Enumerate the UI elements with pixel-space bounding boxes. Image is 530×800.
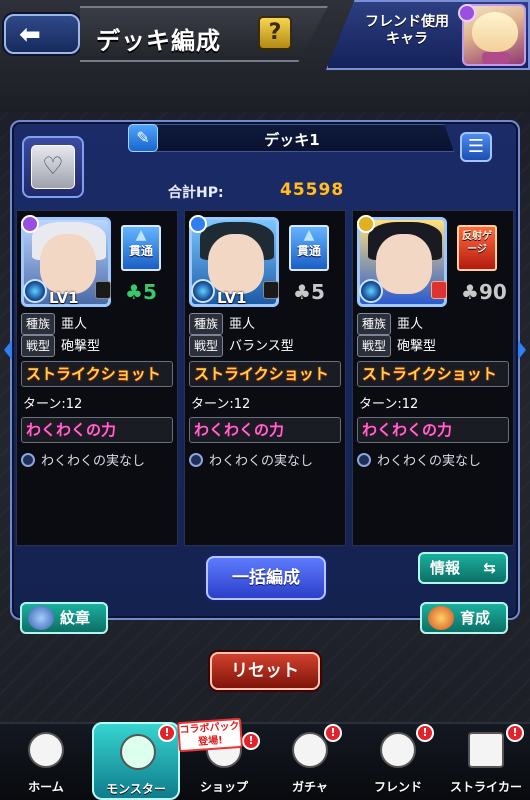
nav-gacha[interactable]: ガチャ!	[266, 722, 354, 800]
ability-badge: 反射ゲージ	[457, 225, 497, 271]
growth-character-icon	[428, 606, 454, 630]
notification-badge: !	[242, 732, 260, 750]
water-element-icon	[189, 215, 207, 233]
right-arrow-icon[interactable]	[518, 340, 526, 360]
deck-name-bar: デッキ1	[130, 124, 454, 152]
collab-pack-badge: コラボパック 登場!	[177, 717, 243, 753]
total-hp-label: 合計HP:	[168, 185, 224, 201]
friend-character-label: フレンド使用 キャラ	[365, 14, 449, 47]
ability-badge: ▲ 貫通	[289, 225, 329, 271]
monster-card-2[interactable]: LV1 ▲ 貫通 ♣5 種族 亜人 戦型 バランス型 ストライクショット ターン:12…	[184, 210, 346, 546]
orb-icon	[359, 279, 383, 303]
skill-label: わくわくの力	[189, 417, 341, 443]
level-label: LV1	[217, 289, 247, 307]
fruit-label: わくわくの実なし	[357, 453, 481, 471]
skill-label: わくわくの力	[357, 417, 509, 443]
turn-label: ターン:12	[23, 397, 83, 412]
monster-card-3[interactable]: 反射ゲージ ♣90 種族 亜人 戦型 砲撃型 ストライクショット ターン:12 わく…	[352, 210, 514, 546]
edit-deck-name-button[interactable]: ✎	[128, 124, 158, 152]
notification-badge: !	[324, 724, 342, 742]
pencil-icon: ✎	[136, 128, 150, 147]
back-arrow-icon: ⬅	[19, 20, 41, 50]
helper-slot-button[interactable]: ♡	[22, 136, 84, 198]
type-row: 戦型 砲撃型	[357, 335, 436, 357]
luck-value: ♣5	[125, 280, 157, 304]
fruit-label: わくわくの実なし	[189, 453, 313, 471]
orb-icon	[23, 279, 47, 303]
fruit-icon	[357, 453, 371, 467]
deck-name: デッキ1	[264, 131, 320, 149]
nav-monster[interactable]: モンスター!	[92, 722, 180, 800]
clover-icon: ♣	[125, 280, 143, 304]
level-label: LV1	[49, 289, 79, 307]
luck-value: ♣5	[293, 280, 325, 304]
bulk-edit-button[interactable]: 一括編成	[206, 556, 326, 600]
type-row: 戦型 砲撃型	[21, 335, 100, 357]
skill-label: わくわくの力	[21, 417, 173, 443]
info-button[interactable]: 情報 ⇆	[418, 552, 508, 584]
light-element-icon	[357, 215, 375, 233]
notification-badge: !	[416, 724, 434, 742]
notification-badge: !	[506, 724, 524, 742]
reset-button[interactable]: リセット	[210, 652, 320, 690]
dark-element-icon	[21, 215, 39, 233]
striker-card-icon	[468, 732, 504, 768]
nav-home[interactable]: ホーム	[2, 722, 90, 800]
nav-friend[interactable]: フレンド!	[354, 722, 442, 800]
friend-character-button[interactable]: フレンド使用 キャラ	[326, 0, 530, 70]
home-icon	[28, 732, 64, 768]
clover-icon: ♣	[293, 280, 311, 304]
lock-icon	[95, 281, 111, 299]
fruit-icon	[189, 453, 203, 467]
monster-card-1[interactable]: LV1 ▲ 貫通 ♣5 種族 亜人 戦型 砲撃型 ストライクショット ターン:12 わ…	[16, 210, 178, 546]
turn-label: ターン:12	[359, 397, 419, 412]
race-row: 種族 亜人	[189, 313, 255, 335]
fruit-label: わくわくの実なし	[21, 453, 145, 471]
emblem-button[interactable]: 紋章	[20, 602, 108, 634]
strike-shot-label: ストライクショット	[189, 361, 341, 387]
left-arrow-icon[interactable]	[4, 340, 12, 360]
back-button[interactable]: ⬅	[4, 14, 80, 54]
nav-striker[interactable]: ストライカー!	[442, 722, 530, 800]
gacha-heart-icon	[292, 732, 328, 768]
type-row: 戦型 バランス型	[189, 335, 294, 357]
strike-shot-label: ストライクショット	[357, 361, 509, 387]
help-button[interactable]: ?	[258, 16, 292, 50]
swap-arrows-icon: ⇆	[483, 559, 496, 577]
goku-badge-icon	[431, 281, 447, 299]
total-hp-value: 45598	[280, 180, 345, 200]
emblem-icon	[28, 606, 54, 630]
clover-icon: ♣	[461, 280, 479, 304]
ability-badge: ▲ 貫通	[121, 225, 161, 271]
strike-shot-label: ストライクショット	[21, 361, 173, 387]
monster-icon	[120, 734, 156, 770]
notification-badge: !	[158, 724, 176, 742]
luck-value: ♣90	[461, 280, 507, 304]
add-helper-icon: ♡	[31, 145, 75, 189]
deck-list-button[interactable]: ☰	[460, 132, 492, 162]
orb-icon	[191, 279, 215, 303]
turn-label: ターン:12	[191, 397, 251, 412]
friends-icon	[380, 732, 416, 768]
list-icon: ☰	[467, 136, 485, 157]
race-row: 種族 亜人	[21, 313, 87, 335]
lock-icon	[263, 281, 279, 299]
race-row: 種族 亜人	[357, 313, 423, 335]
grow-button[interactable]: 育成	[420, 602, 508, 634]
fruit-icon	[21, 453, 35, 467]
page-title: デッキ編成	[96, 27, 221, 55]
element-icon	[458, 4, 476, 22]
